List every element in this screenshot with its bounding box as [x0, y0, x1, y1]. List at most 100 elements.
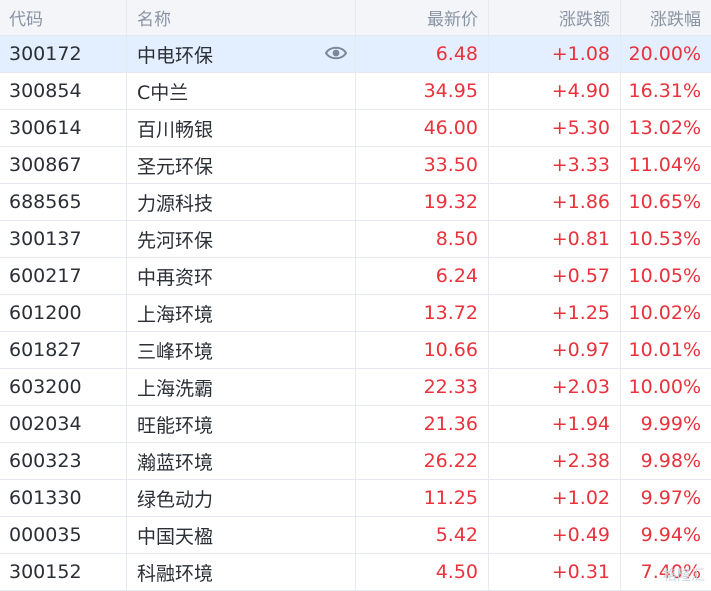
stock-change-pct: 10.53%: [620, 220, 711, 258]
column-header-code[interactable]: 代码: [0, 0, 127, 36]
stock-name: 先河环保: [126, 220, 356, 258]
column-header-name[interactable]: 名称: [126, 0, 356, 36]
stock-price: 21.36: [355, 405, 489, 443]
table-row[interactable]: 300172 中电环保 6.48 +1.08 20.00%: [0, 35, 711, 73]
stock-change-pct: 9.97%: [620, 479, 711, 517]
stock-price: 4.50: [355, 553, 489, 591]
stock-change-pct: 9.98%: [620, 442, 711, 480]
stock-price: 5.42: [355, 516, 489, 554]
table-row[interactable]: 000035 中国天楹 5.42 +0.49 9.94%: [0, 516, 711, 554]
stock-code: 300172: [0, 35, 127, 73]
stock-price: 33.50: [355, 146, 489, 184]
stock-price: 13.72: [355, 294, 489, 332]
table-row[interactable]: 601330 绿色动力 11.25 +1.02 9.97%: [0, 479, 711, 517]
stock-code: 300854: [0, 72, 127, 110]
stock-name: 旺能环境: [126, 405, 356, 443]
stock-name: 科融环境: [126, 553, 356, 591]
stock-change: +0.49: [488, 516, 621, 554]
stock-change: +5.30: [488, 109, 621, 147]
stock-change: +3.33: [488, 146, 621, 184]
table-row[interactable]: 300152 科融环境 4.50 +0.31 7.40%: [0, 553, 711, 591]
stock-code: 300867: [0, 146, 127, 184]
stock-change-pct: 10.02%: [620, 294, 711, 332]
stock-change-pct: 9.94%: [620, 516, 711, 554]
table-row[interactable]: 002034 旺能环境 21.36 +1.94 9.99%: [0, 405, 711, 443]
table-row[interactable]: 603200 上海洗霸 22.33 +2.03 10.00%: [0, 368, 711, 406]
stock-name: 绿色动力: [126, 479, 356, 517]
stock-change: +1.08: [488, 35, 621, 73]
stock-name: 瀚蓝环境: [126, 442, 356, 480]
table-header-row: 代码 名称 最新价 涨跌额 涨跌幅: [0, 0, 711, 36]
stock-price: 34.95: [355, 72, 489, 110]
table-row[interactable]: 300614 百川畅银 46.00 +5.30 13.02%: [0, 109, 711, 147]
stock-change: +0.57: [488, 257, 621, 295]
stock-code: 601330: [0, 479, 127, 517]
stock-name: 三峰环境: [126, 331, 356, 369]
stock-price: 19.32: [355, 183, 489, 221]
stock-change: +2.03: [488, 368, 621, 406]
stock-name-cell: 中电环保: [126, 35, 356, 73]
stock-price: 46.00: [355, 109, 489, 147]
table-row[interactable]: 300867 圣元环保 33.50 +3.33 11.04%: [0, 146, 711, 184]
stock-change-pct: 11.04%: [620, 146, 711, 184]
stock-price: 6.24: [355, 257, 489, 295]
stock-change-pct: 10.05%: [620, 257, 711, 295]
stock-name: 上海洗霸: [126, 368, 356, 406]
stock-price: 8.50: [355, 220, 489, 258]
table-row[interactable]: 688565 力源科技 19.32 +1.86 10.65%: [0, 183, 711, 221]
table-row[interactable]: 600323 瀚蓝环境 26.22 +2.38 9.98%: [0, 442, 711, 480]
stock-code: 603200: [0, 368, 127, 406]
stock-change: +1.86: [488, 183, 621, 221]
stock-code: 601827: [0, 331, 127, 369]
stock-change-pct: 13.02%: [620, 109, 711, 147]
stock-change: +1.94: [488, 405, 621, 443]
stock-change: +0.81: [488, 220, 621, 258]
stock-name: 中国天楹: [126, 516, 356, 554]
stock-name: 上海环境: [126, 294, 356, 332]
stock-change-pct: 10.65%: [620, 183, 711, 221]
stock-price: 26.22: [355, 442, 489, 480]
stock-table: 代码 名称 最新价 涨跌额 涨跌幅 300172 中电环保 6.48 +1.08…: [0, 0, 711, 591]
watermark: 格隆汇: [663, 568, 705, 584]
stock-code: 300614: [0, 109, 127, 147]
stock-change: +1.25: [488, 294, 621, 332]
stock-change-pct: 10.00%: [620, 368, 711, 406]
stock-name: 中再资环: [126, 257, 356, 295]
stock-name: 百川畅银: [126, 109, 356, 147]
stock-code: 601200: [0, 294, 127, 332]
stock-name: 中电环保: [137, 44, 214, 67]
table-row[interactable]: 300854 C中兰 34.95 +4.90 16.31%: [0, 72, 711, 110]
table-row[interactable]: 601200 上海环境 13.72 +1.25 10.02%: [0, 294, 711, 332]
stock-change-pct: 9.99%: [620, 405, 711, 443]
stock-code: 000035: [0, 516, 127, 554]
stock-code: 300152: [0, 553, 127, 591]
stock-code: 300137: [0, 220, 127, 258]
eye-icon[interactable]: [325, 45, 347, 61]
column-header-price[interactable]: 最新价: [355, 0, 489, 36]
column-header-change-pct[interactable]: 涨跌幅: [620, 0, 711, 36]
table-row[interactable]: 300137 先河环保 8.50 +0.81 10.53%: [0, 220, 711, 258]
stock-name: 圣元环保: [126, 146, 356, 184]
stock-change: +2.38: [488, 442, 621, 480]
stock-price: 6.48: [355, 35, 489, 73]
stock-code: 600217: [0, 257, 127, 295]
stock-price: 11.25: [355, 479, 489, 517]
stock-code: 600323: [0, 442, 127, 480]
stock-change: +4.90: [488, 72, 621, 110]
stock-code: 688565: [0, 183, 127, 221]
stock-name: C中兰: [126, 72, 356, 110]
stock-price: 22.33: [355, 368, 489, 406]
table-body: 300172 中电环保 6.48 +1.08 20.00% 300854 C中兰…: [0, 35, 711, 591]
stock-code: 002034: [0, 405, 127, 443]
stock-change: +0.97: [488, 331, 621, 369]
stock-change-pct: 20.00%: [620, 35, 711, 73]
stock-change-pct: 16.31%: [620, 72, 711, 110]
stock-change: +0.31: [488, 553, 621, 591]
stock-change-pct: 10.01%: [620, 331, 711, 369]
table-row[interactable]: 601827 三峰环境 10.66 +0.97 10.01%: [0, 331, 711, 369]
column-header-change[interactable]: 涨跌额: [488, 0, 621, 36]
stock-name: 力源科技: [126, 183, 356, 221]
stock-price: 10.66: [355, 331, 489, 369]
stock-change: +1.02: [488, 479, 621, 517]
table-row[interactable]: 600217 中再资环 6.24 +0.57 10.05%: [0, 257, 711, 295]
